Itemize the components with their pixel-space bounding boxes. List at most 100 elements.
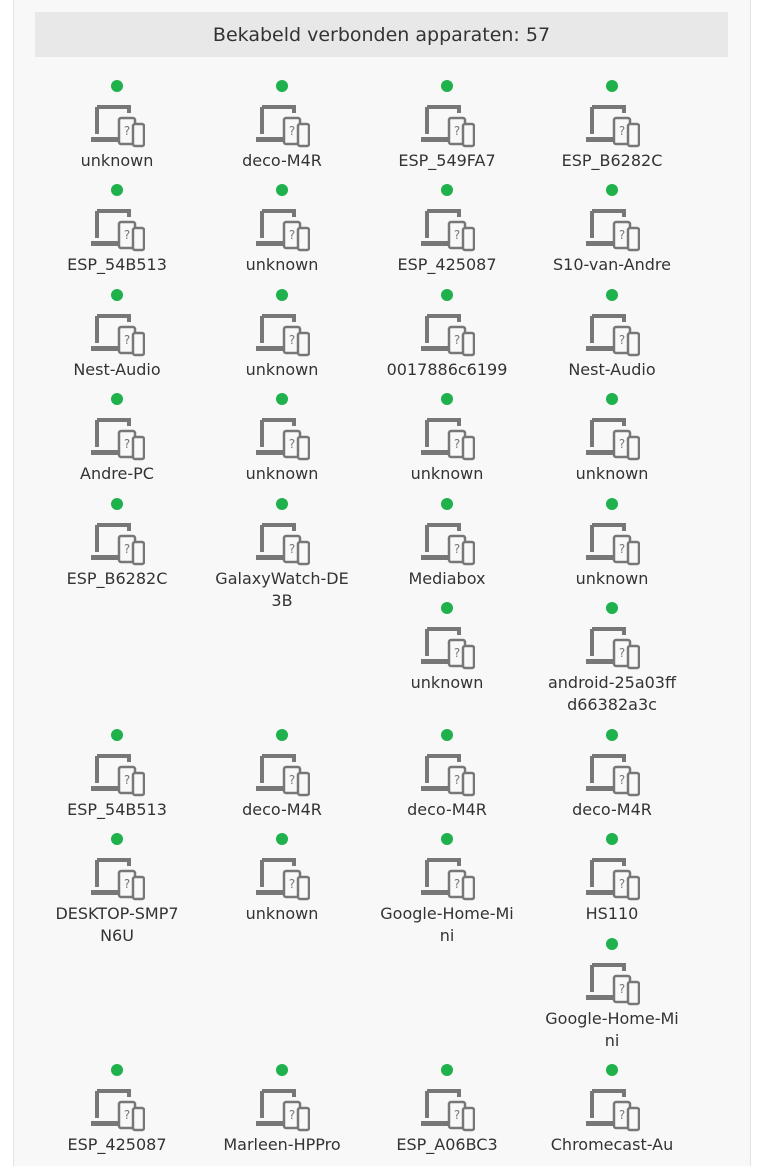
online-status-icon <box>111 184 123 196</box>
device-name: unknown <box>245 464 319 483</box>
online-status-icon <box>606 833 618 845</box>
online-status-icon <box>111 393 123 405</box>
device-item[interactable]: ? DESKTOP-SMP7N6U <box>35 833 200 947</box>
svg-text:?: ? <box>619 773 625 787</box>
online-status-icon <box>111 1064 123 1076</box>
device-name: Marleen-HPPro <box>223 1135 341 1154</box>
device-name: ESP_A06BC3 <box>396 1135 498 1154</box>
device-name: unknown <box>410 673 484 692</box>
laptop-phone-device-icon: ? <box>419 313 476 359</box>
device-name: unknown <box>245 904 319 923</box>
online-status-icon <box>276 80 288 92</box>
laptop-phone-device-icon: ? <box>89 1088 146 1134</box>
laptop-phone-device-icon: ? <box>254 1088 311 1134</box>
svg-text:?: ? <box>454 1108 460 1122</box>
svg-text:?: ? <box>454 124 460 138</box>
svg-text:?: ? <box>124 437 130 451</box>
online-status-icon <box>441 289 453 301</box>
device-item[interactable]: ? ESP_549FA7 <box>365 80 530 172</box>
online-status-icon <box>606 393 618 405</box>
device-item[interactable]: ? ESP_B6282C <box>35 498 200 590</box>
device-item[interactable]: ? Nest-Audio <box>530 289 695 381</box>
device-item[interactable]: ? HS110 <box>530 833 695 925</box>
online-status-icon <box>111 729 123 741</box>
device-item[interactable]: ? unknown <box>200 184 365 276</box>
device-item[interactable]: ? deco-M4R <box>200 80 365 172</box>
laptop-phone-device-icon: ? <box>584 1088 641 1134</box>
device-name: HS110 <box>585 904 639 923</box>
svg-text:?: ? <box>454 437 460 451</box>
device-item[interactable]: ? Google-Home-Mini <box>530 938 695 1052</box>
device-name: unknown <box>245 360 319 379</box>
device-item[interactable]: ? 0017886c6199 <box>365 289 530 381</box>
device-item[interactable]: ? Mediabox <box>365 498 530 590</box>
device-item[interactable]: ? android-25a03ffd66382a3c <box>530 602 695 716</box>
svg-text:?: ? <box>454 333 460 347</box>
device-item[interactable]: ? unknown <box>200 833 365 925</box>
svg-text:?: ? <box>124 877 130 891</box>
online-status-icon <box>606 938 618 950</box>
device-item[interactable]: ? unknown <box>35 80 200 172</box>
online-status-icon <box>606 602 618 614</box>
online-status-icon <box>276 1064 288 1076</box>
device-item[interactable]: ? unknown <box>530 393 695 485</box>
device-item[interactable]: ? Andre-PC <box>35 393 200 485</box>
online-status-icon <box>276 729 288 741</box>
laptop-phone-device-icon: ? <box>419 522 476 568</box>
device-name: unknown <box>245 255 319 274</box>
laptop-phone-device-icon: ? <box>584 104 641 150</box>
device-item[interactable]: ? Google-Home-Mini <box>365 833 530 947</box>
device-name: ESP_54B513 <box>67 800 167 819</box>
online-status-icon <box>606 498 618 510</box>
svg-text:?: ? <box>619 1108 625 1122</box>
device-item[interactable]: ? deco-M4R <box>530 729 695 821</box>
device-name: S10-van-Andre <box>552 255 671 274</box>
laptop-phone-device-icon: ? <box>89 753 146 799</box>
device-item[interactable]: ? Nest-Audio <box>35 289 200 381</box>
device-name: ESP_549FA7 <box>398 151 496 170</box>
device-item[interactable]: ? ESP_B6282C <box>530 80 695 172</box>
device-name: Andre-PC <box>80 464 154 483</box>
svg-text:?: ? <box>289 333 295 347</box>
device-item[interactable]: ? deco-M4R <box>365 729 530 821</box>
device-item[interactable]: ? ESP_54B513 <box>35 729 200 821</box>
device-item[interactable]: ? GalaxyWatch-DE3B <box>200 498 365 612</box>
device-item[interactable]: ? deco-M4R <box>200 729 365 821</box>
svg-text:?: ? <box>619 124 625 138</box>
device-item[interactable]: ? unknown <box>200 393 365 485</box>
svg-text:?: ? <box>454 542 460 556</box>
svg-text:?: ? <box>289 437 295 451</box>
device-item[interactable]: ? unknown <box>365 393 530 485</box>
laptop-phone-device-icon: ? <box>584 417 641 463</box>
device-name: deco-M4R <box>407 800 487 819</box>
device-item[interactable]: ? Chromecast-Au <box>530 1064 695 1156</box>
device-item[interactable]: ? unknown <box>530 498 695 590</box>
online-status-icon <box>276 393 288 405</box>
device-item[interactable]: ? S10-van-Andre <box>530 184 695 276</box>
device-item[interactable]: ? Marleen-HPPro <box>200 1064 365 1156</box>
laptop-phone-device-icon: ? <box>419 857 476 903</box>
laptop-phone-device-icon: ? <box>419 104 476 150</box>
laptop-phone-device-icon: ? <box>419 626 476 672</box>
device-name: 0017886c6199 <box>386 360 508 379</box>
laptop-phone-device-icon: ? <box>584 313 641 359</box>
svg-text:?: ? <box>454 877 460 891</box>
device-item[interactable]: ? ESP_54B513 <box>35 184 200 276</box>
laptop-phone-device-icon: ? <box>254 753 311 799</box>
svg-text:?: ? <box>619 542 625 556</box>
device-item[interactable]: ? ESP_425087 <box>365 184 530 276</box>
laptop-phone-device-icon: ? <box>419 753 476 799</box>
online-status-icon <box>276 833 288 845</box>
online-status-icon <box>606 1064 618 1076</box>
laptop-phone-device-icon: ? <box>584 857 641 903</box>
device-name: unknown <box>410 464 484 483</box>
online-status-icon <box>111 833 123 845</box>
device-item[interactable]: ? unknown <box>200 289 365 381</box>
device-item[interactable]: ? unknown <box>365 602 530 694</box>
device-item[interactable]: ? ESP_A06BC3 <box>365 1064 530 1156</box>
svg-text:?: ? <box>124 542 130 556</box>
svg-text:?: ? <box>124 1108 130 1122</box>
device-item[interactable]: ? ESP_425087 <box>35 1064 200 1156</box>
laptop-phone-device-icon: ? <box>584 962 641 1008</box>
svg-text:?: ? <box>124 124 130 138</box>
